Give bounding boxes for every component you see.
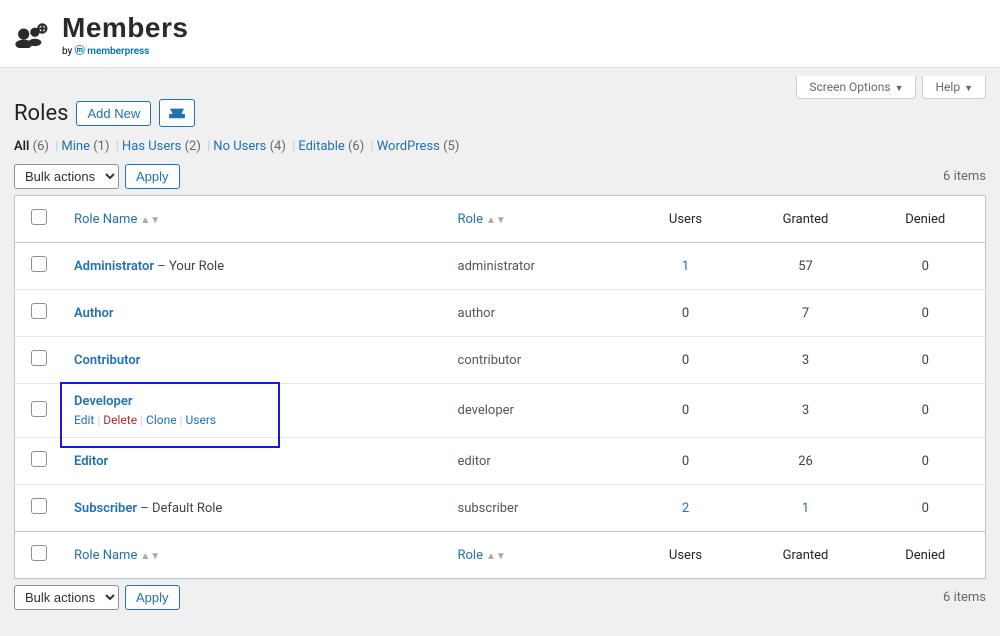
role-name-link[interactable]: Editor (74, 454, 108, 469)
page-title: Roles (14, 101, 68, 126)
brand-title: Members (62, 12, 188, 44)
plugin-banner: Members by ⓜ memberpress (0, 0, 1000, 68)
role-name-link[interactable]: Contributor (74, 353, 140, 368)
filter-links: All (6) |Mine (1) |Has Users (2) |No Use… (14, 139, 986, 154)
col-users: 0 (626, 438, 746, 485)
caret-down-icon: ▼ (964, 84, 973, 94)
tablenav-top: Bulk actions Apply 6 items (14, 164, 986, 189)
role-name-link[interactable]: Administrator (74, 259, 154, 274)
row-checkbox[interactable] (31, 350, 47, 366)
col-granted: Granted (746, 196, 866, 243)
table-row: Authorauthor070 (15, 290, 986, 337)
filter-link[interactable]: Has Users (122, 139, 185, 154)
sort-icon: ▲▼ (140, 215, 160, 226)
col-users: Users (626, 196, 746, 243)
select-all-checkbox[interactable] (31, 209, 47, 225)
row-checkbox[interactable] (31, 401, 47, 417)
table-row: Editoreditor0260 (15, 438, 986, 485)
col-role-f[interactable]: Role▲▼ (446, 532, 626, 579)
col-granted: 3 (746, 337, 866, 384)
row-checkbox[interactable] (31, 303, 47, 319)
filter-link[interactable]: Mine (61, 139, 93, 154)
role-name-link[interactable]: Author (74, 306, 114, 321)
table-row: Contributorcontributor030 (15, 337, 986, 384)
col-granted: 3 (746, 384, 866, 438)
edit-link[interactable]: Edit (74, 413, 94, 427)
row-actions: Edit|Delete|Clone|Users (74, 413, 434, 427)
col-granted[interactable]: 1 (746, 485, 866, 532)
items-count-bottom: 6 items (943, 590, 986, 605)
filter-link[interactable]: Editable (298, 139, 348, 154)
table-row: Developer Edit|Delete|Clone|Users develope… (15, 384, 986, 438)
row-checkbox[interactable] (31, 498, 47, 514)
screen-options-tab[interactable]: Screen Options▼ (796, 76, 916, 99)
col-denied: Denied (866, 196, 986, 243)
select-all-checkbox-footer[interactable] (31, 545, 47, 561)
col-denied: 0 (866, 384, 986, 438)
col-role[interactable]: Role▲▼ (446, 196, 626, 243)
bulk-actions-top: Bulk actions Apply (14, 164, 180, 189)
sort-icon: ▲▼ (486, 215, 506, 226)
col-users[interactable]: 1 (626, 243, 746, 290)
col-users[interactable]: 2 (626, 485, 746, 532)
inbox-icon (168, 106, 186, 120)
inbox-icon-button[interactable] (159, 99, 195, 127)
col-denied-f: Denied (866, 532, 986, 579)
table-row: Administrator – Your Role administrator15… (15, 243, 986, 290)
role-name-link[interactable]: Developer (74, 394, 133, 409)
members-logo-icon (14, 22, 52, 48)
brand-text: Members by ⓜ memberpress (62, 12, 188, 57)
col-role-name-f[interactable]: Role Name▲▼ (62, 532, 446, 579)
apply-button[interactable]: Apply (125, 164, 180, 189)
users-link[interactable]: Users (186, 413, 217, 427)
apply-button-bottom[interactable]: Apply (125, 585, 180, 610)
col-granted: 7 (746, 290, 866, 337)
help-tab[interactable]: Help▼ (922, 76, 986, 99)
role-slug: developer (446, 384, 626, 438)
table-row: Subscriber – Default Role subscriber210 (15, 485, 986, 532)
role-slug: author (446, 290, 626, 337)
add-new-button[interactable]: Add New (76, 101, 151, 126)
roles-table: Role Name▲▼ Role▲▼ Users Granted Denied … (14, 195, 986, 579)
role-slug: administrator (446, 243, 626, 290)
col-denied: 0 (866, 243, 986, 290)
role-badge: – Default Role (137, 501, 222, 516)
col-denied: 0 (866, 438, 986, 485)
caret-down-icon: ▼ (895, 84, 904, 94)
role-slug: contributor (446, 337, 626, 384)
col-users: 0 (626, 384, 746, 438)
sort-icon: ▲▼ (140, 551, 160, 562)
page-heading: Roles Add New (14, 99, 986, 127)
row-checkbox[interactable] (31, 256, 47, 272)
filter-link[interactable]: All (14, 139, 33, 154)
clone-link[interactable]: Clone (146, 413, 177, 427)
bulk-actions-select[interactable]: Bulk actions (14, 164, 119, 189)
screen-meta: Screen Options▼ Help▼ (0, 72, 1000, 99)
col-users: 0 (626, 337, 746, 384)
col-granted-f: Granted (746, 532, 866, 579)
filter-link[interactable]: No Users (213, 139, 269, 154)
row-checkbox[interactable] (31, 451, 47, 467)
role-badge: – Your Role (154, 259, 224, 274)
delete-link[interactable]: Delete (103, 413, 137, 427)
tablenav-bottom: Bulk actions Apply 6 items (14, 585, 986, 610)
col-granted: 26 (746, 438, 866, 485)
col-denied: 0 (866, 290, 986, 337)
col-users: 0 (626, 290, 746, 337)
col-denied: 0 (866, 485, 986, 532)
col-granted: 57 (746, 243, 866, 290)
items-count-top: 6 items (943, 169, 986, 184)
col-denied: 0 (866, 337, 986, 384)
role-slug: subscriber (446, 485, 626, 532)
role-slug: editor (446, 438, 626, 485)
sort-icon: ▲▼ (486, 551, 506, 562)
filter-link[interactable]: WordPress (377, 139, 443, 154)
col-role-name[interactable]: Role Name▲▼ (62, 196, 446, 243)
bulk-actions-bottom: Bulk actions Apply (14, 585, 180, 610)
brand-subtitle: by ⓜ memberpress (62, 42, 188, 57)
bulk-actions-select-bottom[interactable]: Bulk actions (14, 585, 119, 610)
col-users-f: Users (626, 532, 746, 579)
role-name-link[interactable]: Subscriber (74, 501, 137, 516)
